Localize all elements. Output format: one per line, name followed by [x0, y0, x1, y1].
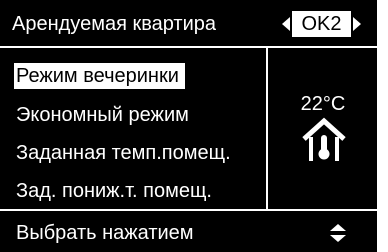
menu-item-party-mode[interactable]: Режим вечеринки: [14, 63, 185, 89]
footer-hint: Выбрать нажатием: [16, 222, 194, 244]
chevron-right-icon[interactable]: [353, 17, 361, 31]
up-down-arrows-icon[interactable]: [328, 223, 348, 243]
header-divider: [0, 46, 377, 48]
header-title: Арендуемая квартира: [12, 13, 216, 35]
menu-item-set-room-temp[interactable]: Заданная темп.помещ.: [16, 140, 231, 166]
circuit-selector[interactable]: OK2: [280, 11, 366, 37]
house-thermometer-icon: [302, 117, 346, 161]
heating-controller-display: Арендуемая квартира OK2 Режим вечеринки …: [0, 0, 377, 252]
header: Арендуемая квартира OK2: [0, 0, 377, 47]
circuit-value: OK2: [292, 11, 351, 37]
panel-divider: [266, 47, 268, 211]
chevron-left-icon[interactable]: [282, 17, 290, 31]
menu-item-reduced-room-temp[interactable]: Зад. пониж.т. помещ.: [16, 178, 212, 204]
footer-divider: [0, 209, 377, 211]
menu-item-eco-mode[interactable]: Экономный режим: [16, 102, 189, 128]
room-temperature: 22°C: [300, 93, 346, 115]
